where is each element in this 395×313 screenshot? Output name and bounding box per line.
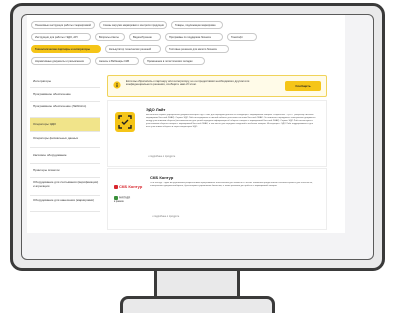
product-link[interactable]: • подробнее о продукте [152, 215, 179, 218]
sidebar-item-fiscal[interactable]: Операторы фискальных данных [30, 132, 100, 148]
chip-10[interactable]: Тестовые решения для малого бизнеса [165, 45, 229, 53]
chip-0[interactable]: Пошаговые инструкции работы с маркировко… [31, 21, 95, 29]
sidebar-item-software[interactable]: Программное обеспечение [30, 88, 100, 102]
info-icon [113, 81, 121, 89]
chip-4[interactable]: Вопросы-ответы [95, 33, 125, 41]
monitor-base [120, 296, 275, 313]
chip-8[interactable]: Технологические партнёры и интеграторы [31, 45, 101, 53]
chip-12[interactable]: Анонсы и Вебинары СКБ [95, 57, 139, 65]
partner-card-kontur: СКБ Контур PARTNER в рамках СКБ Контур С… [107, 168, 327, 230]
banner-text: Если вы обратились к партнеру или интегр… [126, 79, 250, 87]
chip-6[interactable]: Программы по поддержке бизнеса [165, 33, 223, 41]
chip-2[interactable]: Товары, подлежащие маркировке [171, 21, 223, 29]
sidebar-item-scanners[interactable]: Оборудование для считывания (верификации… [30, 178, 100, 196]
edo-light-logo [115, 112, 135, 132]
report-banner: Если вы обратились к партнеру или интегр… [107, 75, 327, 97]
chip-5[interactable]: Видеообучение [129, 33, 161, 41]
card-description: Бесплатный сервис упрощенного документоо… [146, 114, 316, 128]
sidebar-item-integrators[interactable]: Интеграторы [30, 76, 100, 88]
sidebar-item-edo[interactable]: Операторы ЭДО [30, 118, 100, 132]
chip-3[interactable]: Инструкции для работы с ЭДО, API [31, 33, 91, 41]
product-link[interactable]: • подробнее о продукте [148, 155, 175, 158]
sidebar-item-labkoso[interactable]: Программное обеспечение (ЛабКоСо) [30, 102, 100, 118]
kontur-mark-icon [114, 184, 118, 189]
sidebar-item-printers[interactable]: Принтеры этикеток [30, 164, 100, 178]
card-title: ЭДО Лайт [146, 107, 166, 112]
monitor-stand [154, 271, 240, 296]
chip-1[interactable]: Схемы загрузки маркировки и контроля про… [99, 21, 167, 29]
sidebar-item-kkt[interactable]: Кассовое оборудование [30, 148, 100, 164]
web-page: Пошаговые инструкции работы с маркировко… [27, 15, 345, 233]
chip-9[interactable]: Калькулятор технических решений [105, 45, 161, 53]
chip-13[interactable]: Применение в логистических складах [143, 57, 205, 65]
partner-card-edo-light: ЭДО Лайт Бесплатный сервис упрощенного д… [107, 100, 327, 167]
kontur-logo: СКБ Контур [114, 184, 144, 192]
card-description: СКБ Контур – один из крупнейших разработ… [150, 182, 313, 187]
chip-11[interactable]: Нормативные документы и разъяснения [31, 57, 91, 65]
product-link-label: подробнее о продукте [149, 155, 176, 158]
sidebar-item-applicators[interactable]: Оборудование для нанесения (маркировки) [30, 196, 100, 212]
partner-badge: PARTNER в рамках [114, 196, 144, 203]
partner-badge-sub: в рамках [114, 200, 124, 203]
kontur-logo-text: СКБ Контур [119, 184, 143, 189]
report-button[interactable]: Сообщить [285, 81, 321, 91]
scan-icon [118, 115, 132, 129]
chip-7[interactable]: Тинисофт [227, 33, 257, 41]
card-title: СКБ Контур [150, 175, 174, 180]
product-link-label: подробнее о продукте [153, 215, 180, 218]
